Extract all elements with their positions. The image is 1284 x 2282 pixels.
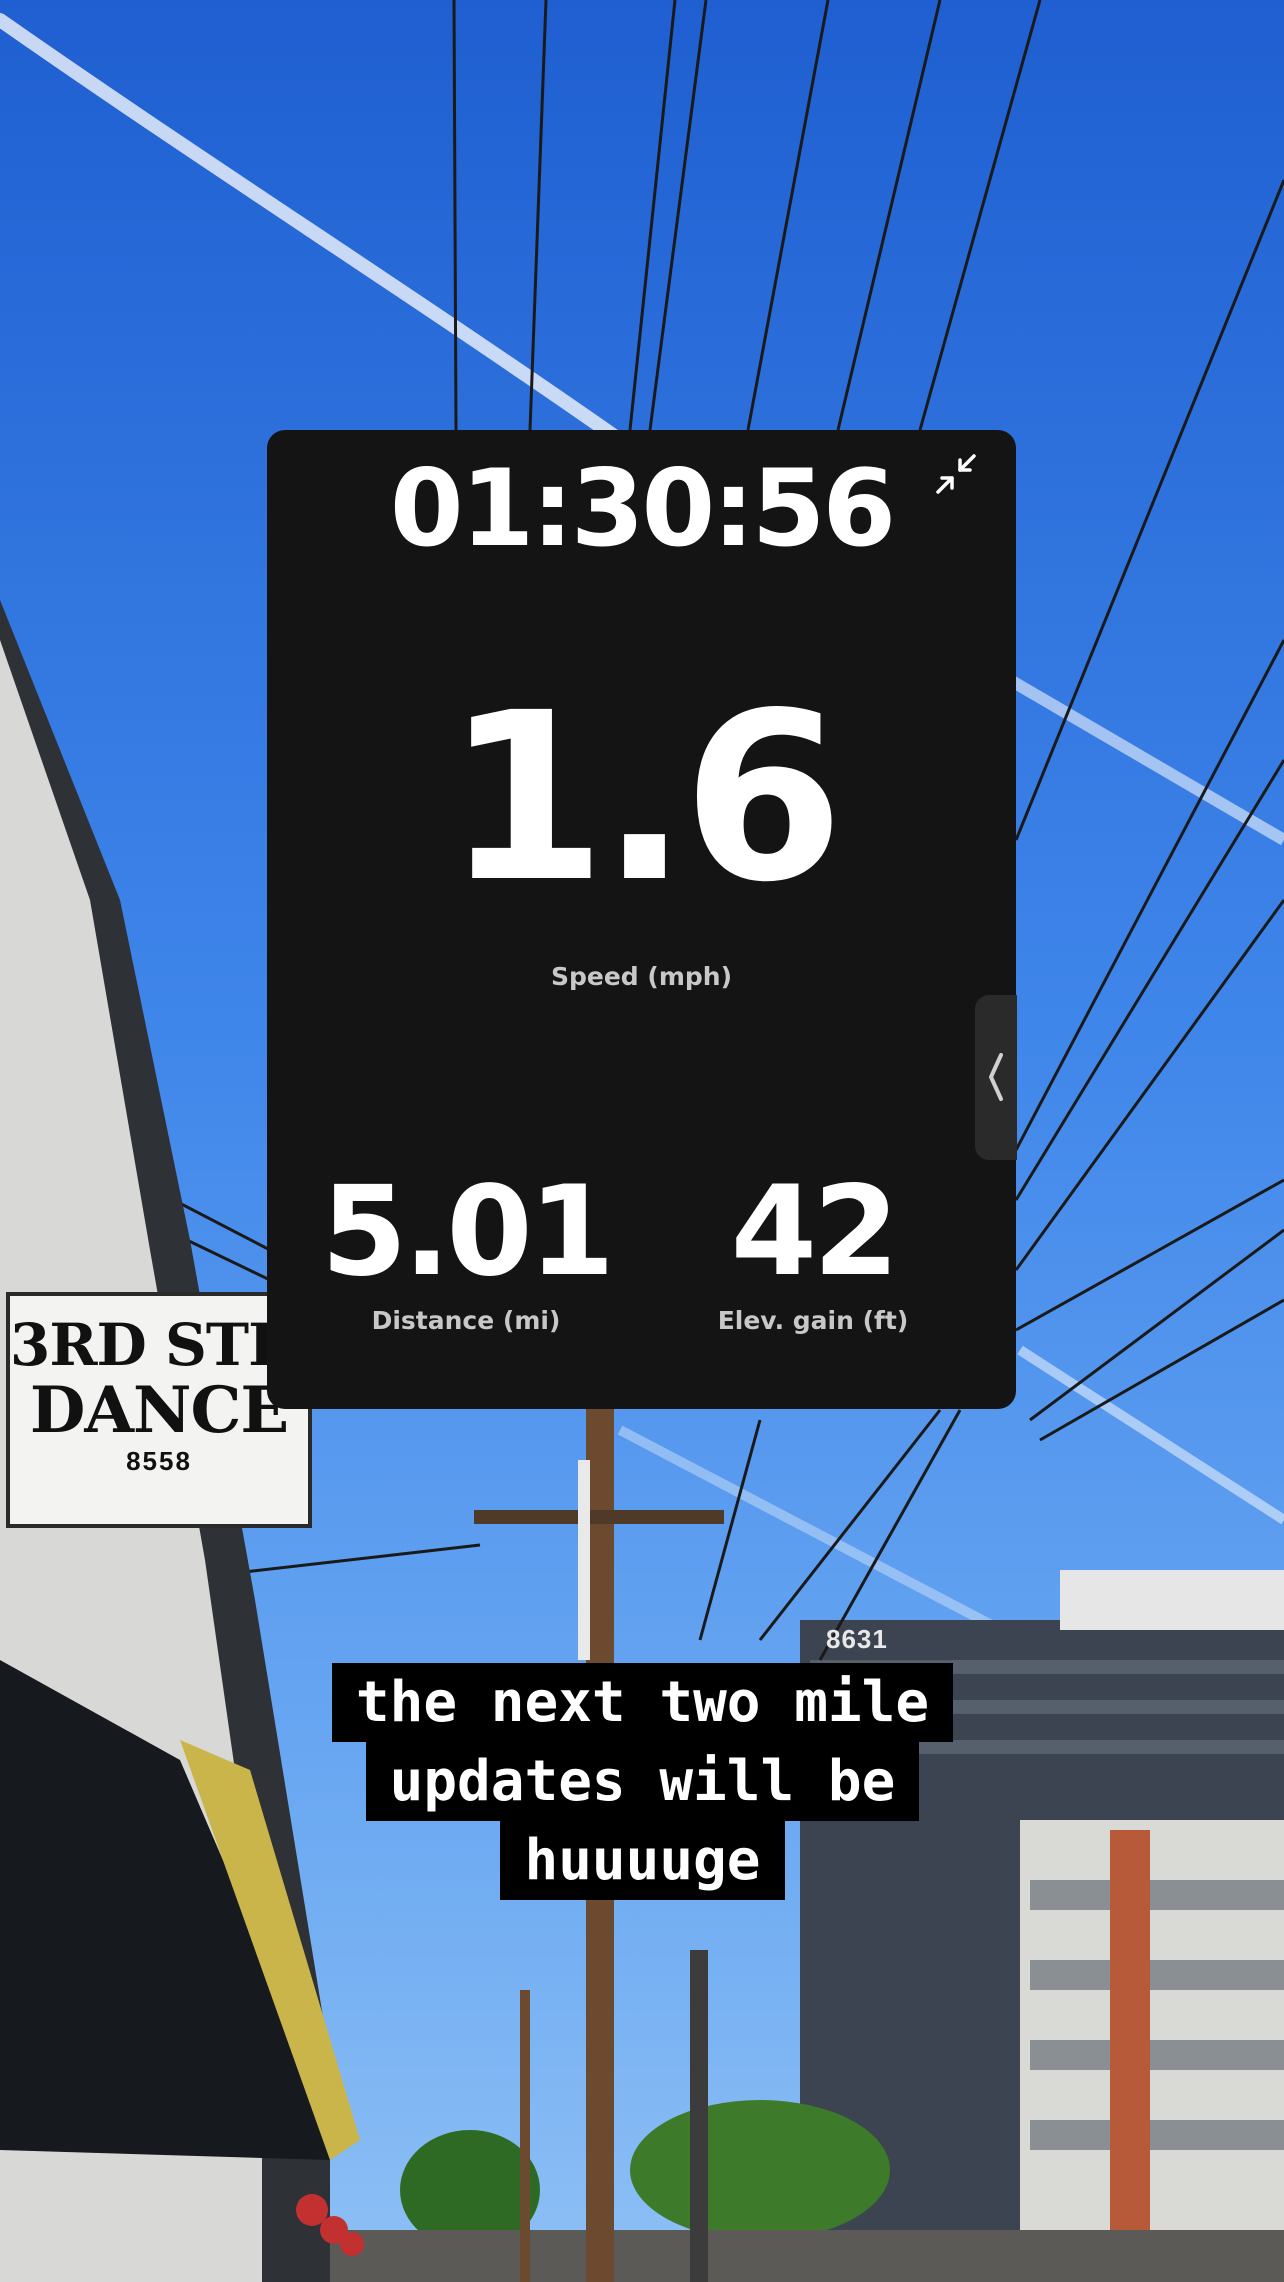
workout-stats-widget: 01:30:56 1.6 Speed (mph) 5.01 Distance (… [267,430,1016,1409]
sign-line1: 3RD STREET [10,1311,308,1379]
chevron-left-icon [989,1053,1003,1101]
elevation-stat: 42 Elev. gain (ft) [648,1170,978,1335]
speed-label: Speed (mph) [550,962,732,991]
distance-stat: 5.01 Distance (mi) [301,1170,631,1335]
elapsed-time: 01:30:56 [389,447,896,570]
sign-number: 8558 [126,1446,192,1476]
side-expand-tab[interactable] [975,995,1017,1160]
collapse-button[interactable] [932,450,980,498]
sign-line2: DANCE [29,1373,289,1448]
elevation-label: Elev. gain (ft) [717,1306,909,1335]
caption-line-3: huuuuge [500,1821,785,1900]
building-number: 8631 [826,1624,888,1654]
speed-value: 1.6 [445,663,844,933]
contrail [0,13,627,447]
contrail [1006,674,1284,846]
caption-line-2: updates will be [365,1742,920,1821]
elevation-value: 42 [730,1160,900,1304]
distance-label: Distance (mi) [371,1306,561,1335]
story-caption: the next two mile updates will be huuuug… [267,1663,1018,1900]
contrail [617,1425,1023,1645]
trees [630,2100,890,2240]
distance-value: 5.01 [321,1160,615,1304]
collapse-arrows-icon [936,454,976,494]
office-building-top [1060,1570,1284,1630]
caption-line-1: the next two mile [331,1663,954,1742]
